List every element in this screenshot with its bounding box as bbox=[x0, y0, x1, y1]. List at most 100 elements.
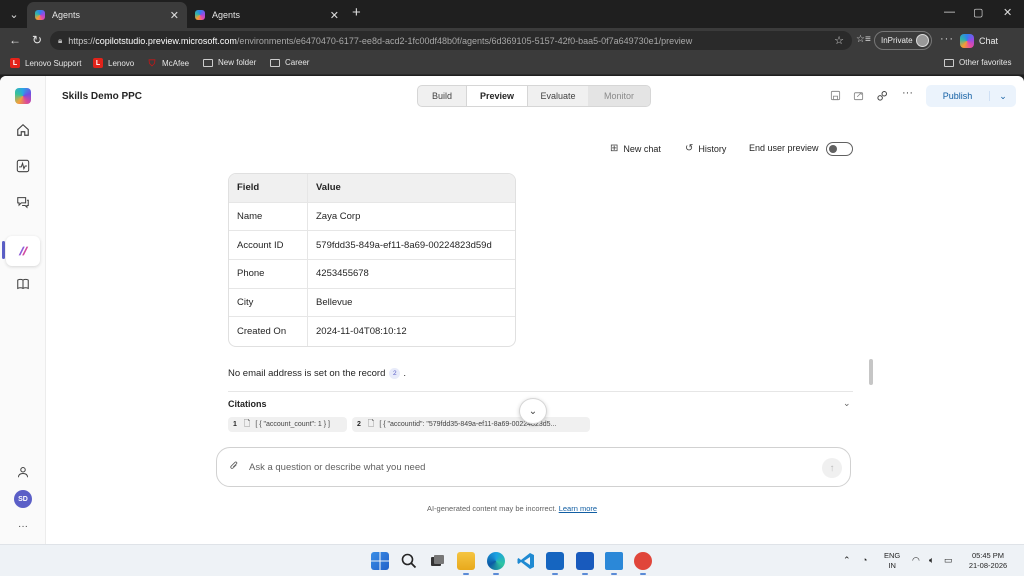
citations-title: Citations bbox=[228, 399, 267, 409]
chat-composer: ↑ bbox=[216, 447, 851, 487]
copilot-chat-button[interactable]: Chat bbox=[960, 31, 1018, 50]
favorite-lenovo-support[interactable]: L Lenovo Support bbox=[10, 58, 82, 68]
new-tab-icon[interactable]: + bbox=[352, 5, 361, 21]
favorite-new-folder[interactable]: New folder bbox=[203, 58, 256, 67]
history-button[interactable]: ↺ History bbox=[685, 143, 726, 154]
field-cell: City bbox=[229, 288, 308, 318]
favorite-label: Lenovo Support bbox=[25, 58, 82, 68]
file-explorer-icon[interactable] bbox=[457, 552, 475, 575]
copilot-studio-favicon-icon bbox=[35, 10, 45, 20]
send-icon[interactable]: ↑ bbox=[822, 458, 842, 478]
favorite-mcafee[interactable]: ⛉ McAfee bbox=[147, 58, 190, 68]
url-field[interactable]: 🔒︎ https://copilotstudio.preview.microso… bbox=[50, 31, 852, 50]
end-user-preview-label: End user preview bbox=[749, 143, 819, 153]
settings-icon[interactable] bbox=[876, 90, 888, 105]
window-close-icon[interactable]: ✕ bbox=[1003, 6, 1012, 19]
column-header: Value bbox=[308, 174, 515, 203]
copilot-icon bbox=[960, 33, 974, 48]
notepad-icon[interactable] bbox=[605, 552, 623, 575]
close-tab-icon[interactable]: ✕ bbox=[330, 9, 339, 22]
favorites-icon[interactable]: ☆≡ bbox=[856, 34, 871, 45]
windows-start-icon[interactable] bbox=[371, 552, 389, 570]
end-user-preview-toggle[interactable] bbox=[826, 142, 853, 156]
citation-number: 1 bbox=[233, 421, 237, 428]
browser-tab-2[interactable]: Agents ✕ bbox=[187, 2, 347, 28]
outlook-icon[interactable] bbox=[576, 552, 594, 575]
new-chat-icon: ⊞ bbox=[610, 143, 619, 154]
search-icon[interactable] bbox=[400, 552, 418, 570]
table-row: City Bellevue bbox=[229, 288, 515, 318]
new-chat-button[interactable]: ⊞ New chat bbox=[610, 143, 661, 154]
favorite-career[interactable]: Career bbox=[270, 58, 309, 67]
vscode-icon[interactable] bbox=[517, 552, 535, 570]
value-cell: Zaya Corp bbox=[308, 203, 515, 232]
task-view-icon[interactable] bbox=[428, 552, 446, 570]
store-icon[interactable] bbox=[546, 552, 564, 575]
favorite-star-icon[interactable]: ☆ bbox=[834, 34, 844, 47]
toggle-knob bbox=[829, 145, 837, 153]
table-row: Created On 2024-11-04T08:10:12 bbox=[229, 317, 515, 347]
citation-chip-1[interactable]: 1 🗋︎ [ { "account_count": 1 } ] bbox=[228, 417, 347, 432]
refresh-icon[interactable]: ↻ bbox=[32, 33, 42, 47]
document-icon: 🗋︎ bbox=[243, 418, 251, 428]
scroll-to-bottom-button[interactable]: ⌄ bbox=[519, 398, 547, 424]
citation-marker[interactable]: 2 bbox=[389, 368, 401, 379]
more-options-icon[interactable]: ··· bbox=[902, 87, 913, 99]
favorite-lenovo[interactable]: L Lenovo bbox=[93, 58, 134, 68]
other-favorites[interactable]: Other favorites bbox=[944, 58, 1011, 67]
region-code: IN bbox=[888, 561, 896, 570]
analytics-icon[interactable] bbox=[13, 156, 33, 176]
minimize-icon[interactable]: — bbox=[944, 6, 955, 18]
tab-preview[interactable]: Preview bbox=[466, 86, 528, 106]
battery-icon[interactable]: ▭ bbox=[944, 555, 953, 566]
back-arrow-icon[interactable]: ← bbox=[9, 33, 21, 47]
chevron-down-icon: ⌄ bbox=[528, 405, 538, 417]
tab-monitor[interactable]: Monitor bbox=[588, 86, 650, 106]
home-icon[interactable] bbox=[13, 120, 33, 140]
chat-icon[interactable] bbox=[13, 192, 33, 212]
value-cell: 2024-11-04T08:10:12 bbox=[316, 326, 407, 338]
browser-tab-strip: ⌄ Agents ✕ Agents ✕ + — ▢ ✕ bbox=[0, 0, 1024, 28]
browser-tab-1[interactable]: Agents ✕ bbox=[27, 2, 187, 28]
save-icon[interactable] bbox=[830, 90, 841, 104]
environment-icon[interactable] bbox=[13, 462, 33, 482]
clock[interactable]: 05:45 PM 21-08-2026 bbox=[966, 551, 1010, 571]
edge-browser-icon[interactable] bbox=[487, 552, 505, 575]
learn-more-link[interactable]: Learn more bbox=[559, 504, 597, 513]
favorite-label: New folder bbox=[218, 58, 257, 67]
chat-input[interactable] bbox=[249, 461, 809, 473]
url-host: copilotstudio.preview.microsoft.com bbox=[95, 35, 237, 46]
tray-app-icon[interactable]: ◔ bbox=[862, 555, 867, 565]
rail-more-icon[interactable]: ··· bbox=[13, 516, 33, 536]
chevron-down-icon[interactable]: ⌄ bbox=[843, 398, 851, 409]
site-info-icon[interactable]: 🔒︎ bbox=[58, 36, 62, 46]
citation-chip-2[interactable]: 2 🗋︎ [ { "accountid": "579fdd35-849a-ef1… bbox=[352, 417, 590, 432]
publish-button[interactable]: Publish ⌄ bbox=[926, 85, 1016, 107]
citation-number: 2 bbox=[357, 421, 361, 428]
library-icon[interactable] bbox=[13, 274, 33, 294]
volume-icon[interactable]: 🔈︎ bbox=[929, 555, 934, 566]
language-indicator[interactable]: ENG IN bbox=[884, 551, 900, 571]
maximize-icon[interactable]: ▢ bbox=[973, 6, 983, 19]
url-scheme: https:// bbox=[68, 35, 96, 46]
tab-actions-menu-icon[interactable]: ⌄ bbox=[4, 4, 24, 24]
wifi-icon[interactable]: ◠ bbox=[912, 555, 920, 566]
mode-switcher: Build Preview Evaluate Monitor bbox=[417, 85, 651, 107]
attach-icon[interactable] bbox=[229, 460, 239, 474]
table-row: Phone 4253455678 bbox=[229, 260, 515, 289]
ai-disclaimer: AI-generated content may be incorrect. L… bbox=[0, 504, 1024, 513]
tab-evaluate[interactable]: Evaluate bbox=[528, 86, 588, 106]
time-text: 05:45 PM bbox=[971, 551, 1005, 560]
divider bbox=[228, 391, 853, 392]
copilot-studio-logo-icon[interactable] bbox=[15, 88, 31, 104]
app-icon[interactable] bbox=[634, 552, 652, 575]
tab-build[interactable]: Build bbox=[418, 86, 466, 106]
share-icon[interactable] bbox=[853, 90, 864, 104]
show-hidden-icons-icon[interactable]: ⌃ bbox=[843, 555, 851, 566]
settings-more-icon[interactable]: ··· bbox=[940, 33, 954, 45]
chevron-down-icon[interactable]: ⌄ bbox=[990, 91, 1016, 102]
publish-label: Publish bbox=[926, 91, 990, 101]
inprivate-badge[interactable]: InPrivate bbox=[874, 31, 932, 50]
close-tab-icon[interactable]: ✕ bbox=[170, 9, 179, 22]
scrollbar-thumb[interactable] bbox=[869, 359, 873, 385]
